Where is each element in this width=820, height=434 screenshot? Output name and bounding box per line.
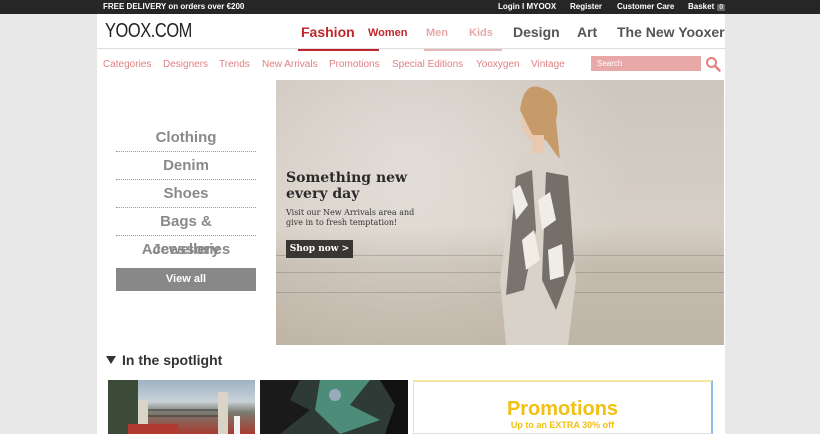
nav-women[interactable]: Women: [368, 27, 408, 53]
nav-men-label: Men: [426, 27, 448, 39]
subnav-special-editions[interactable]: Special Editions: [392, 59, 463, 70]
subnav-yooxygen[interactable]: Yooxygen: [476, 59, 520, 70]
category-item[interactable]: Shoes: [116, 180, 256, 208]
category-item[interactable]: Denim: [116, 152, 256, 180]
header-divider: [97, 48, 725, 49]
basket-count-badge: 0: [717, 4, 726, 11]
nav-design-label: Design: [513, 24, 560, 40]
category-menu: Clothing Denim Shoes Bags & Accessories …: [97, 80, 275, 346]
nav-kids-label: Kids: [469, 27, 493, 39]
spotlight-tile-garden[interactable]: [108, 380, 255, 434]
customer-care-link[interactable]: Customer Care: [617, 2, 674, 11]
subnav-trends[interactable]: Trends: [219, 59, 250, 70]
subnav-vintage[interactable]: Vintage: [531, 59, 565, 70]
nav-fashion-label: Fashion: [301, 24, 355, 40]
top-utility-bar: FREE DELIVERY on orders over €200 Login …: [0, 0, 820, 14]
free-delivery-text: FREE DELIVERY on orders over €200: [103, 2, 245, 11]
subnav-promotions[interactable]: Promotions: [329, 59, 380, 70]
art-print-image: [260, 380, 408, 434]
nav-design[interactable]: Design: [513, 24, 560, 50]
spotlight-tile-art[interactable]: [260, 380, 408, 434]
register-link[interactable]: Register: [570, 2, 602, 11]
subnav-designers[interactable]: Designers: [163, 59, 208, 70]
category-item[interactable]: Jewellery: [116, 236, 256, 264]
search-input[interactable]: Search: [591, 56, 701, 71]
promotions-title: Promotions: [506, 398, 619, 420]
nav-fashion[interactable]: Fashion: [298, 24, 379, 51]
category-item[interactable]: Bags & Accessories: [116, 208, 256, 258]
promotions-subtitle: Up to an EXTRA 30% off: [510, 420, 615, 430]
page-container: YOOX.COM Fashion Women Men Kids Design A…: [97, 14, 725, 434]
login-link[interactable]: Login I MYOOX: [498, 2, 556, 11]
view-all-button[interactable]: View all: [116, 268, 256, 291]
nav-art[interactable]: Art: [577, 24, 597, 50]
subnav-categories[interactable]: Categories: [103, 59, 151, 70]
basket-link[interactable]: Basket 0: [688, 2, 726, 11]
subnav-new-arrivals[interactable]: New Arrivals: [262, 59, 318, 70]
spotlight-heading[interactable]: In the spotlight: [106, 352, 222, 368]
nav-new-yooxer[interactable]: The New Yooxer: [617, 24, 725, 50]
search-icon[interactable]: [705, 56, 721, 72]
basket-label: Basket: [688, 2, 715, 11]
hero-title: Something new every day: [286, 170, 408, 202]
shop-now-button[interactable]: Shop now >: [286, 240, 353, 258]
nav-art-label: Art: [577, 24, 598, 40]
hero-banner[interactable]: Something new every day Visit our New Ar…: [276, 80, 724, 345]
yoox-logo[interactable]: YOOX.COM: [105, 20, 192, 43]
nav-women-label: Women: [368, 27, 408, 39]
spotlight-tile-promotions[interactable]: Promotions Up to an EXTRA 30% off: [413, 380, 713, 434]
spotlight-title: In the spotlight: [122, 352, 223, 368]
garden-photo: [108, 380, 240, 434]
hero-body: Visit our New Arrivals area and give in …: [286, 208, 415, 227]
hero-model-image: [500, 86, 576, 345]
triangle-down-icon: [106, 356, 116, 364]
category-item[interactable]: Clothing: [116, 124, 256, 152]
nav-new-yooxer-label: The New Yooxer: [617, 24, 725, 40]
